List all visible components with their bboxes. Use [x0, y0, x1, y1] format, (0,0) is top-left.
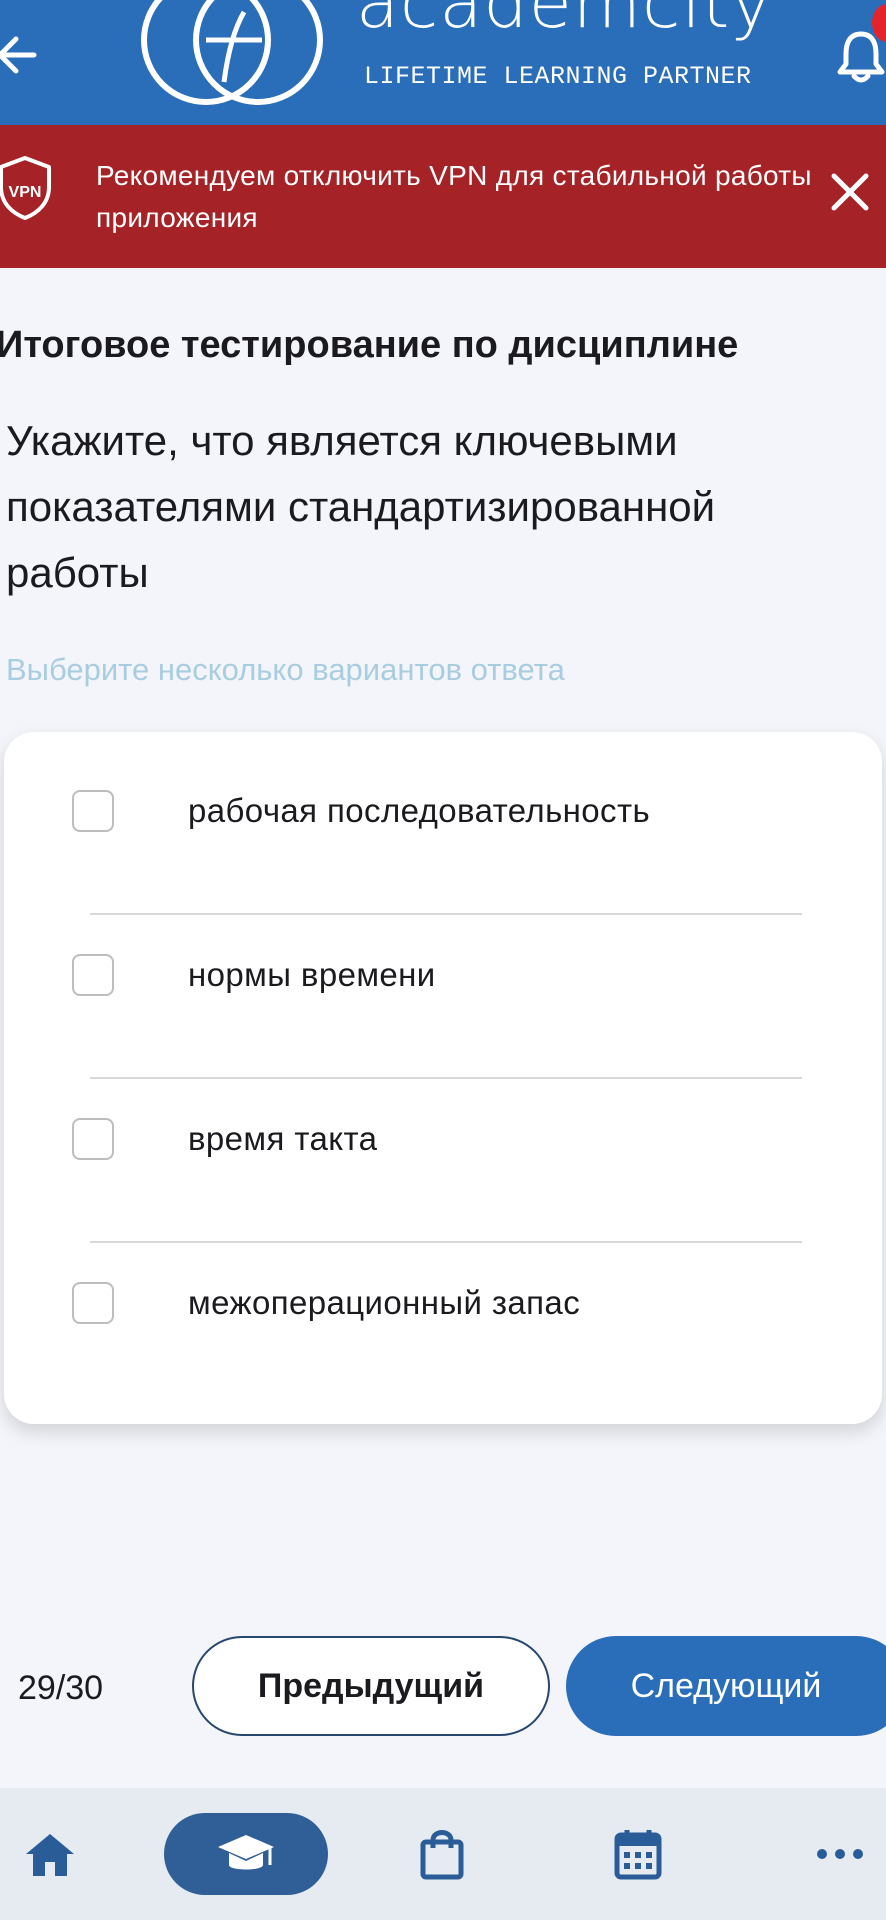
- question-counter: 29/30: [18, 1669, 104, 1707]
- arrow-left-icon: [0, 36, 37, 74]
- logo-rings-icon: [141, 0, 323, 105]
- answer-hint: Выберите несколько вариантов ответа: [6, 652, 565, 687]
- nav-courses[interactable]: [164, 1788, 328, 1920]
- vpn-badge-text: VPN: [9, 184, 42, 201]
- option-checkbox[interactable]: [72, 1118, 114, 1160]
- answer-options-card: рабочая последовательность нормы времени…: [4, 732, 882, 1424]
- logo-wordmark: academcity: [356, 0, 773, 44]
- vpn-warning-text: Рекомендуем отключить VPN для стабильной…: [96, 160, 812, 233]
- next-button[interactable]: Следующий: [566, 1636, 886, 1736]
- calendar-icon: [614, 1830, 662, 1880]
- nav-shop[interactable]: [410, 1788, 474, 1920]
- answer-option[interactable]: межоперационный запас: [4, 1224, 882, 1388]
- shopping-bag-icon: [420, 1830, 464, 1880]
- bottom-navigation: [0, 1788, 886, 1920]
- answer-option[interactable]: время такта: [4, 1060, 882, 1224]
- test-title: Итоговое тестирование по дисциплине: [0, 324, 739, 366]
- vpn-warning-banner: VPN Рекомендуем отключить VPN для стабил…: [0, 125, 886, 268]
- option-checkbox[interactable]: [72, 1282, 114, 1324]
- option-checkbox[interactable]: [72, 954, 114, 996]
- app-header: academcity LIFETIME LEARNING PARTNER: [0, 0, 886, 125]
- previous-button[interactable]: Предыдущий: [192, 1636, 550, 1736]
- vpn-shield-icon: VPN: [0, 156, 51, 220]
- option-label: рабочая последовательность: [188, 792, 651, 829]
- option-label: время такта: [188, 1120, 378, 1157]
- nav-active-pill: [164, 1813, 328, 1895]
- option-label: нормы времени: [188, 956, 436, 993]
- back-button[interactable]: [0, 20, 44, 90]
- logo-tagline: LIFETIME LEARNING PARTNER: [364, 62, 752, 91]
- nav-calendar[interactable]: [606, 1788, 670, 1920]
- close-icon: [831, 173, 869, 211]
- answer-option[interactable]: нормы времени: [4, 896, 882, 1060]
- nav-more[interactable]: [808, 1788, 872, 1920]
- option-checkbox[interactable]: [72, 790, 114, 832]
- more-icon: [817, 1849, 863, 1859]
- answer-option[interactable]: рабочая последовательность: [4, 732, 882, 896]
- graduation-cap-icon: [218, 1835, 274, 1870]
- nav-home[interactable]: [18, 1788, 82, 1920]
- question-text: Укажите, что является ключевыми показате…: [6, 417, 716, 596]
- home-icon: [26, 1834, 74, 1876]
- option-label: межоперационный запас: [188, 1284, 581, 1321]
- vpn-close-button[interactable]: [830, 172, 870, 212]
